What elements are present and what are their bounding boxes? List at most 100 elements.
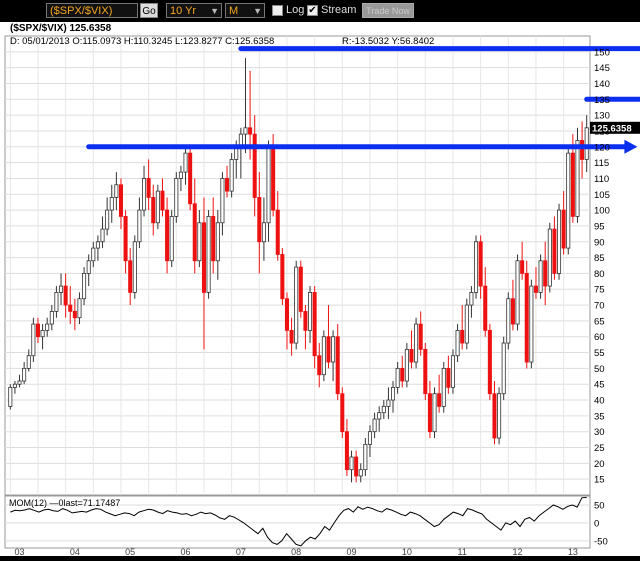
- y-tick-label: 120: [594, 142, 610, 153]
- indicator-tick-label: 50: [594, 500, 605, 511]
- x-tick-label: 07: [236, 547, 246, 556]
- candle-body: [82, 273, 87, 300]
- stream-checkbox[interactable]: ✔: [307, 5, 318, 16]
- y-tick-label: 50: [594, 364, 605, 375]
- candle-body: [229, 159, 234, 192]
- candle-body: [478, 241, 483, 287]
- y-tick-label: 35: [594, 411, 605, 422]
- candle-body: [547, 228, 552, 287]
- candle-body: [252, 133, 257, 198]
- log-checkbox[interactable]: [272, 5, 283, 16]
- candle-body: [317, 355, 322, 376]
- candle-body: [386, 399, 391, 407]
- candle-body: [460, 329, 465, 344]
- x-tick-label: 10: [402, 547, 412, 556]
- candle: [474, 235, 479, 299]
- y-tick-label: 145: [594, 63, 610, 74]
- price-chart: 1520253035404550556065707580859095100105…: [0, 22, 640, 557]
- y-tick-label: 30: [594, 427, 605, 438]
- candle-body: [118, 184, 123, 217]
- candle: [575, 127, 580, 223]
- candle-body: [566, 152, 571, 249]
- candle-body: [197, 222, 202, 262]
- candle-body: [552, 228, 557, 274]
- y-tick-label: 90: [594, 237, 605, 248]
- y-tick-label: 95: [594, 221, 605, 232]
- candle-body: [321, 336, 326, 376]
- trade-now-button[interactable]: Trade Now: [362, 3, 414, 18]
- go-button[interactable]: Go: [140, 3, 158, 18]
- y-tick-label: 110: [594, 174, 609, 185]
- candle-body: [188, 152, 193, 205]
- x-tick-label: 12: [513, 547, 523, 556]
- candle-body: [441, 367, 446, 407]
- candle-body: [45, 323, 50, 331]
- candle-body: [294, 266, 299, 344]
- symbol-input[interactable]: ($SPX/$VIX): [46, 3, 138, 18]
- candle-body: [570, 152, 575, 217]
- x-tick-label: 05: [125, 547, 135, 556]
- y-tick-label: 105: [594, 190, 610, 201]
- candle-body: [538, 260, 543, 293]
- y-tick-label: 75: [594, 285, 605, 296]
- candle-body: [95, 241, 100, 249]
- candle-body: [326, 336, 331, 363]
- indicator-tick-label: -50: [594, 536, 608, 547]
- candle-body: [146, 178, 151, 198]
- period-select[interactable]: 10 Yr ▼: [166, 3, 222, 18]
- candle: [169, 210, 174, 268]
- candle-body: [575, 140, 580, 217]
- candle: [497, 387, 502, 445]
- y-tick-label: 15: [594, 475, 605, 486]
- candle-body: [155, 190, 160, 224]
- candle-body: [354, 456, 359, 477]
- candle-body: [220, 178, 225, 224]
- candle-body: [308, 292, 313, 331]
- y-tick-label: 115: [594, 158, 609, 169]
- candle-body: [280, 254, 285, 300]
- candle-body: [211, 216, 216, 262]
- candle-body: [543, 260, 548, 287]
- candle-body: [497, 393, 502, 439]
- candle: [280, 248, 285, 306]
- candle-body: [455, 329, 460, 357]
- candle: [566, 146, 571, 255]
- chart-header-ohlc: D: 05/01/2013 O:115.0973 H:110.3245 L:12…: [10, 36, 274, 47]
- candle-body: [418, 323, 423, 350]
- candle: [450, 349, 455, 394]
- chart-header-title: ($SPX/$VIX) 125.6358: [10, 23, 112, 34]
- candle-body: [59, 285, 64, 293]
- candle: [206, 210, 211, 299]
- candle-body: [192, 203, 197, 262]
- candle-body: [128, 260, 133, 293]
- candle-body: [331, 336, 336, 363]
- candle-body: [8, 386, 13, 407]
- candle-body: [520, 260, 525, 274]
- candle-body: [312, 292, 317, 357]
- candle-body: [49, 310, 54, 325]
- candle-body: [400, 367, 405, 382]
- candle-body: [215, 222, 220, 262]
- candle: [174, 172, 179, 223]
- x-tick-label: 08: [291, 547, 301, 556]
- candle-body: [377, 412, 382, 420]
- candle: [298, 260, 303, 318]
- candle-body: [298, 266, 303, 312]
- candle-body: [54, 292, 59, 312]
- y-tick-label: 140: [594, 79, 610, 90]
- candle-body: [561, 209, 566, 249]
- candle-body: [381, 405, 386, 414]
- candle-body: [533, 285, 538, 293]
- candle-body: [423, 348, 428, 395]
- candle-body: [114, 184, 119, 198]
- candle-body: [557, 209, 562, 274]
- candle-body: [248, 127, 253, 135]
- candle-body: [109, 197, 114, 211]
- candle-body: [137, 209, 142, 243]
- y-tick-label: 100: [594, 206, 610, 217]
- candle-body: [72, 310, 77, 319]
- candle-body: [506, 298, 511, 344]
- frequency-select[interactable]: M ▼: [225, 3, 265, 18]
- candle-body: [524, 273, 529, 363]
- candle: [294, 260, 299, 350]
